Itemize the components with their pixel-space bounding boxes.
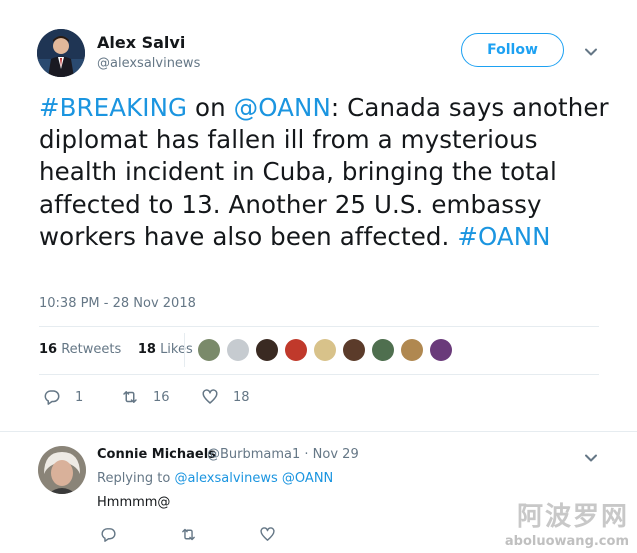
author-handle[interactable]: @alexsalvinews [97,56,200,71]
heart-icon [202,389,218,404]
chevron-down-icon[interactable] [583,450,599,466]
liker-avatar[interactable] [256,339,278,361]
liker-avatar[interactable] [314,339,336,361]
retweet-action[interactable]: 16 [121,388,170,406]
likes-label: Likes [160,342,193,357]
liker-avatar[interactable] [430,339,452,361]
reply-retweet-action[interactable] [180,526,197,543]
divider [0,431,637,432]
liker-avatar[interactable] [285,339,307,361]
watermark-url: aboluowang.com [504,534,629,549]
author-name[interactable]: Alex Salvi [97,33,185,52]
retweet-icon [123,391,137,403]
liker-avatar[interactable] [343,339,365,361]
reply-text: Hmmmm@ [97,495,171,510]
stats-divider [184,333,185,367]
hashtag-link[interactable]: #BREAKING [39,93,187,122]
liker-avatar[interactable] [227,339,249,361]
retweets-stat[interactable]: 16 Retweets [39,342,125,357]
like-action[interactable]: 18 [201,388,250,406]
reply-icon [44,390,60,405]
likes-count: 18 [137,342,156,357]
liker-avatar[interactable] [198,339,220,361]
replying-to-line: Replying to @alexsalvinews @OANN [97,471,333,486]
reply-avatar[interactable] [38,446,86,494]
reply-author-name[interactable]: Connie Michaels [97,447,216,462]
mention-link[interactable]: @OANN [234,93,331,122]
chevron-down-icon[interactable] [583,44,599,60]
watermark-text: 阿波罗网 [516,502,629,532]
like-count: 18 [233,389,250,405]
reply-action[interactable]: 1 [43,388,83,406]
liker-avatar[interactable] [372,339,394,361]
divider [39,374,599,375]
reply-like-action[interactable] [259,526,276,543]
reply-reply-action[interactable] [100,526,117,543]
heart-icon [260,527,275,541]
author-photo [37,29,85,77]
author-avatar[interactable] [37,29,85,77]
retweets-count: 16 [39,342,58,357]
reply-count: 1 [75,389,84,405]
tweet-timestamp[interactable]: 10:38 PM - 28 Nov 2018 [39,296,196,311]
retweets-label: Retweets [61,342,122,357]
replying-to-link[interactable]: @alexsalvinews [174,471,277,486]
hashtag-link[interactable]: #OANN [457,222,550,251]
reply-author-photo [38,446,86,494]
liker-avatar[interactable] [401,339,423,361]
tweet-text-segment: on [187,93,234,122]
replying-to-link[interactable]: @OANN [282,471,333,486]
reply-icon [101,528,116,542]
tweet-text: #BREAKING on @OANN: Canada says another … [39,92,619,253]
divider [39,326,599,327]
replying-to-prefix: Replying to [97,471,171,486]
retweet-icon [182,528,195,541]
follow-button[interactable]: Follow [461,33,564,67]
retweet-count: 16 [153,389,170,405]
tweet-stats: 16 Retweets 18 Likes [39,342,193,357]
reply-meta[interactable]: @Burbmama1 · Nov 29 [207,447,359,462]
